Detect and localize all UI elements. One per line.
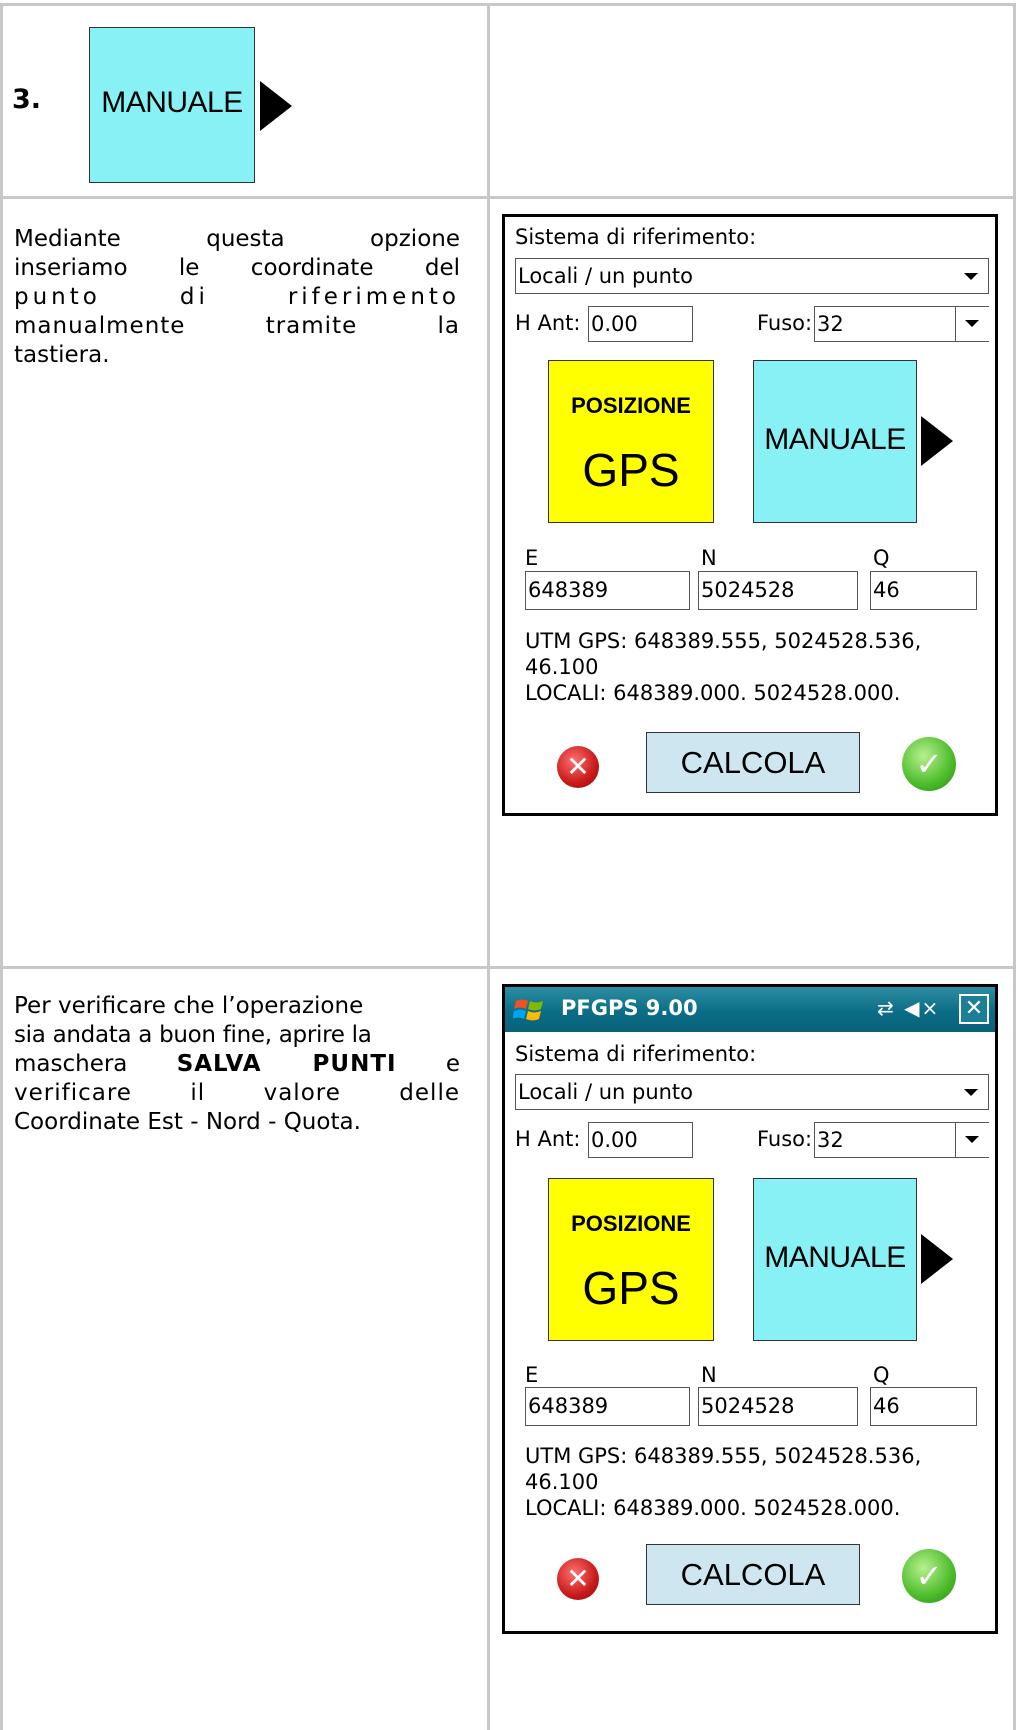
chevron-down-icon <box>965 1136 979 1143</box>
n-input[interactable]: 5024528 <box>698 1387 858 1426</box>
fuso-select-value: 32 <box>817 1128 844 1152</box>
row3-line-1: Per verificare che l’operazione <box>14 993 364 1019</box>
manuale-button-illustration: MANUALE <box>89 27 255 183</box>
row2-line-2: inseriamo le coordinate del <box>14 255 460 281</box>
chevron-down-icon <box>965 320 979 327</box>
row2-line-5: tastiera. <box>14 342 110 368</box>
q-label: Q <box>873 546 890 570</box>
fuso-select[interactable]: 32 <box>814 306 989 342</box>
confirm-check-icon[interactable]: ✓ <box>902 737 956 791</box>
close-icon[interactable]: ✕ <box>959 994 989 1024</box>
manuale-button-label: MANUALE <box>101 86 243 119</box>
gps-button-small-label: POSIZIONE <box>571 1211 691 1236</box>
sistema-select-value: Locali / un punto <box>518 1080 694 1104</box>
calcola-button[interactable]: CALCOLA <box>646 732 860 793</box>
row3-paragraph: Per verificare che l’operazione sia anda… <box>14 992 460 1137</box>
gps-button-small-label: POSIZIONE <box>571 393 691 418</box>
cancel-glyph: ✕ <box>566 1562 590 1595</box>
calcola-button[interactable]: CALCOLA <box>646 1544 860 1605</box>
sistema-select[interactable]: Locali / un punto <box>515 258 989 294</box>
q-input[interactable]: 46 <box>870 571 977 610</box>
fuso-select-value: 32 <box>817 312 844 336</box>
cancel-icon[interactable]: ✕ <box>557 1558 599 1600</box>
posizione-gps-button[interactable]: POSIZIONE GPS <box>548 360 714 523</box>
e-input[interactable]: 648389 <box>525 1387 690 1426</box>
n-label: N <box>701 1363 717 1387</box>
hant-label: H Ant: <box>515 1127 581 1151</box>
n-label: N <box>701 546 717 570</box>
e-label: E <box>525 546 539 570</box>
manuale-button[interactable]: MANUALE <box>753 1178 917 1341</box>
gps-button-big-label: GPS <box>582 1262 680 1314</box>
e-input[interactable]: 648389 <box>525 571 690 610</box>
sistema-select-value: Locali / un punto <box>518 264 694 288</box>
play-arrow-icon <box>260 81 292 131</box>
row3-line-3-post: e <box>445 1051 461 1077</box>
row2-paragraph: Mediante questa opzione inseriamo le coo… <box>14 225 460 370</box>
status-icons[interactable]: ⇄ ◀× <box>877 996 940 1020</box>
table-border-left <box>0 3 3 1730</box>
manuale-button-label: MANUALE <box>764 1241 906 1274</box>
app-screenshot-1: Sistema di riferimento: Locali / un punt… <box>502 214 998 816</box>
row3-line-3: maschera SALVA PUNTI e <box>14 1050 460 1079</box>
app-screenshot-2: PFGPS 9.00 ⇄ ◀× ✕ Sistema di riferimento… <box>502 984 998 1634</box>
play-arrow-icon <box>921 416 953 466</box>
confirm-glyph: ✓ <box>915 745 943 783</box>
fuso-label: Fuso: <box>757 311 813 335</box>
row2-line-1: Mediante questa opzione <box>14 226 460 252</box>
fuso-select[interactable]: 32 <box>814 1122 989 1158</box>
step-number: 3. <box>12 84 42 115</box>
app-titlebar: PFGPS 9.00 ⇄ ◀× ✕ <box>505 987 995 1032</box>
windows-flag-icon[interactable] <box>513 993 547 1027</box>
fuso-dropdown-button[interactable] <box>955 307 989 341</box>
table-border-top <box>0 3 1016 6</box>
row2-line-4: manualmente tramite la <box>14 313 460 339</box>
posizione-gps-button[interactable]: POSIZIONE GPS <box>548 1178 714 1341</box>
locali-line: LOCALI: 648389.000. 5024528.000. <box>525 681 901 705</box>
utm-gps-line-1: UTM GPS: 648389.555, 5024528.536, <box>525 1444 922 1468</box>
table-divider-1 <box>0 196 1016 199</box>
table-divider-2 <box>0 966 1016 969</box>
play-arrow-icon <box>921 1234 953 1284</box>
calcola-button-label: CALCOLA <box>680 745 826 780</box>
hant-label: H Ant: <box>515 311 581 335</box>
manuale-button[interactable]: MANUALE <box>753 360 917 523</box>
utm-gps-line-2: 46.100 <box>525 1470 599 1494</box>
app-title: PFGPS 9.00 <box>561 996 698 1020</box>
n-input[interactable]: 5024528 <box>698 571 858 610</box>
confirm-check-icon[interactable]: ✓ <box>902 1549 956 1603</box>
document-table: 3. MANUALE Mediante questa opzione inser… <box>0 0 1016 1730</box>
utm-gps-line-2: 46.100 <box>525 655 599 679</box>
fuso-dropdown-button[interactable] <box>955 1123 989 1157</box>
hant-input[interactable]: 0.00 <box>588 306 693 342</box>
hant-input[interactable]: 0.00 <box>588 1122 693 1158</box>
cancel-glyph: ✕ <box>566 750 590 783</box>
table-column-divider <box>487 3 490 1730</box>
fuso-label: Fuso: <box>757 1127 813 1151</box>
e-label: E <box>525 1363 539 1387</box>
row3-line-4: verificare il valore delle <box>14 1080 460 1106</box>
sistema-label: Sistema di riferimento: <box>515 225 757 249</box>
sistema-label: Sistema di riferimento: <box>515 1042 757 1066</box>
row3-line-2: sia andata a buon fine, aprire la <box>14 1022 372 1048</box>
row3-line-5: Coordinate Est - Nord - Quota. <box>14 1109 361 1135</box>
q-label: Q <box>873 1363 890 1387</box>
q-input[interactable]: 46 <box>870 1387 977 1426</box>
calcola-button-label: CALCOLA <box>680 1557 826 1592</box>
chevron-down-icon <box>964 1089 978 1096</box>
row2-line-3: punto di riferimento <box>14 284 460 310</box>
row3-line-3-pre: maschera <box>14 1051 128 1077</box>
utm-gps-line-1: UTM GPS: 648389.555, 5024528.536, <box>525 629 922 653</box>
confirm-glyph: ✓ <box>915 1557 943 1595</box>
salva-punti-emphasis: SALVA PUNTI <box>176 1051 397 1077</box>
locali-line: LOCALI: 648389.000. 5024528.000. <box>525 1496 901 1520</box>
gps-button-big-label: GPS <box>582 444 680 496</box>
chevron-down-icon <box>964 273 978 280</box>
manuale-button-label: MANUALE <box>764 423 906 456</box>
sistema-select[interactable]: Locali / un punto <box>515 1074 989 1110</box>
cancel-icon[interactable]: ✕ <box>557 746 599 788</box>
